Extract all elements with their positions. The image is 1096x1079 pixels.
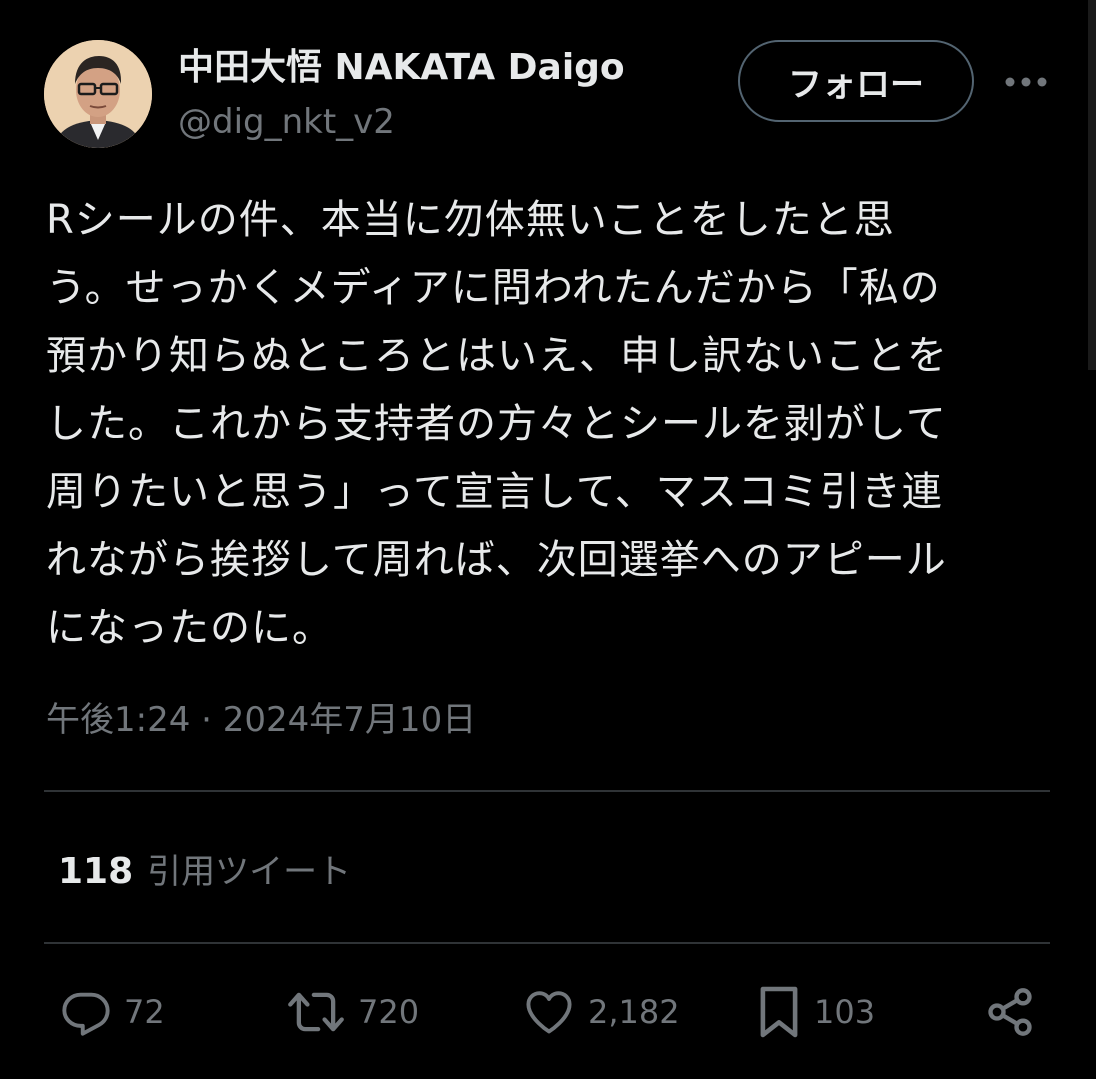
bookmark-button[interactable]: 103 [756, 984, 875, 1040]
retweet-count: 720 [358, 993, 420, 1031]
author-display-name[interactable]: 中田大悟 NAKATA Daigo [178, 44, 625, 92]
bookmark-icon [756, 984, 802, 1040]
retweet-button[interactable]: 720 [286, 984, 419, 1040]
quote-label: 引用ツイート [147, 852, 352, 892]
scrollbar[interactable] [1088, 0, 1096, 370]
tweet-text-line: う。せっかくメディアに問われたんだから「私の [46, 265, 941, 311]
reply-button[interactable]: 72 [60, 984, 165, 1040]
like-count: 2,182 [588, 993, 680, 1031]
tweet-detail: 中田大悟 NAKATA Daigo @dig_nkt_v2 フォロー Rシールの… [0, 0, 1096, 1079]
tweet-text-line: れながら挨拶して周れば、次回選挙へのアピール [46, 537, 947, 583]
reply-icon [60, 986, 112, 1038]
retweet-icon [286, 986, 346, 1038]
tweet-text-line: 周りたいと思う」って宣言して、マスコミ引き連 [46, 469, 943, 515]
tweet-text-line: した。これから支持者の方々とシールを剥がして [46, 401, 947, 447]
tweet-text-line: になったのに。 [46, 605, 333, 651]
bookmark-count: 103 [814, 993, 876, 1031]
tweet-text: Rシールの件、本当に勿体無いことをしたと思 う。せっかくメディアに問われたんだか… [46, 186, 1056, 662]
avatar-photo [44, 40, 152, 148]
more-icon[interactable] [1000, 62, 1052, 102]
share-icon [984, 986, 1036, 1038]
quote-tweets-link[interactable]: 118 引用ツイート [58, 848, 351, 902]
follow-button[interactable]: フォロー [738, 40, 974, 122]
share-button[interactable] [984, 984, 1036, 1040]
quote-count: 118 [58, 851, 134, 892]
reply-count: 72 [124, 993, 165, 1031]
divider [44, 790, 1050, 792]
like-button[interactable]: 2,182 [522, 984, 680, 1040]
author-handle[interactable]: @dig_nkt_v2 [178, 98, 395, 146]
heart-icon [522, 986, 576, 1038]
avatar[interactable] [44, 40, 152, 148]
tweet-text-line: 預かり知らぬところとはいえ、申し訳ないことを [46, 333, 948, 379]
divider [44, 942, 1050, 944]
tweet-timestamp[interactable]: 午後1:24 · 2024年7月10日 [46, 696, 476, 744]
tweet-text-line: Rシールの件、本当に勿体無いことをしたと思 [46, 197, 895, 243]
